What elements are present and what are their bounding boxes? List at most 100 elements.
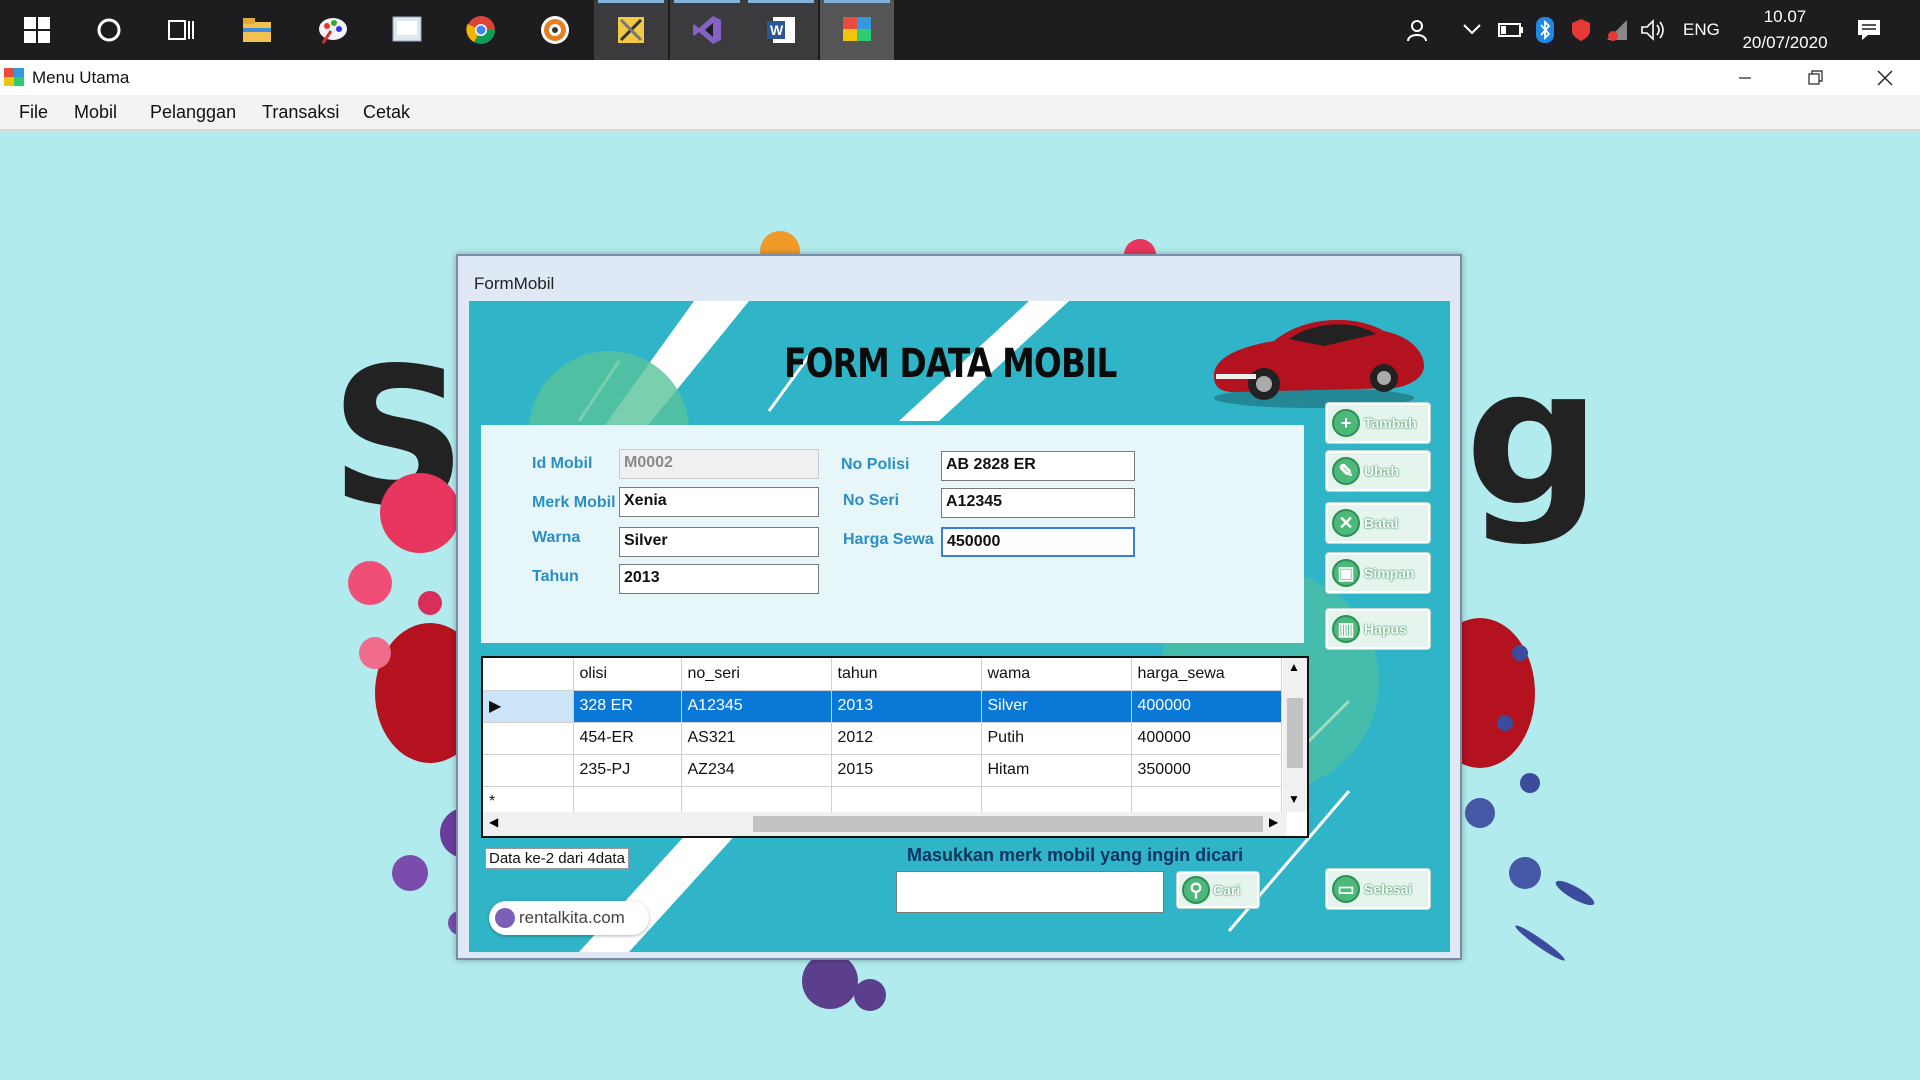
horizontal-scrollbar[interactable]: ◀ ▶ <box>483 812 1287 836</box>
minimize-button[interactable] <box>1710 60 1780 95</box>
language-indicator[interactable]: ENG <box>1683 0 1720 60</box>
table-row[interactable]: ▶ 328 ER A12345 2013 Silver 400000 <box>483 690 1282 723</box>
grid-table: olisi no_seri tahun wama harga_sewa ▶ 32… <box>483 658 1282 819</box>
mdi-workspace: S g FormMobil FORM DATA MOBIL Id Mobil M… <box>0 133 1920 1080</box>
menu-cetak[interactable]: Cetak <box>363 102 410 123</box>
tambah-label: Tambah <box>1364 415 1417 431</box>
hapus-button[interactable]: ▥ Hapus <box>1326 609 1430 649</box>
row-selector[interactable]: ▶ <box>483 690 574 723</box>
exit-icon: ▭ <box>1332 875 1360 903</box>
taskbar: W ENG 10.07 20/07/2020 <box>0 0 1920 60</box>
warna-field[interactable]: Silver <box>619 527 819 557</box>
table-cell[interactable]: 400000 <box>1131 690 1282 723</box>
harga-sewa-field[interactable]: 450000 <box>941 527 1135 557</box>
merk-mobil-field[interactable]: Xenia <box>619 487 819 517</box>
table-row[interactable]: 454-ER AS321 2012 Putih 400000 <box>483 722 1282 755</box>
app-window-icon <box>4 68 24 91</box>
input-panel: Id Mobil M0002 Merk Mobil Xenia Warna Si… <box>481 425 1304 643</box>
search-icon: ⚲ <box>1182 876 1210 904</box>
grid-column-header[interactable]: no_seri <box>681 658 832 691</box>
notification-icon[interactable] <box>1856 0 1882 60</box>
battery-icon[interactable] <box>1498 0 1524 60</box>
task-view-icon[interactable] <box>144 0 218 60</box>
row-selector[interactable] <box>483 754 574 787</box>
no-seri-field[interactable]: A12345 <box>941 488 1135 518</box>
chevron-up-icon[interactable] <box>1462 0 1482 60</box>
table-cell[interactable]: 235-PJ <box>573 754 682 787</box>
antivirus-icon[interactable] <box>1570 0 1592 60</box>
grid-column-header[interactable]: harga_sewa <box>1131 658 1282 691</box>
warna-label: Warna <box>532 529 581 546</box>
batal-button[interactable]: ✕ Batal <box>1326 503 1430 543</box>
ubah-button[interactable]: ✎ Ubah <box>1326 451 1430 491</box>
bluetooth-icon[interactable] <box>1536 0 1554 60</box>
search-input[interactable] <box>896 871 1164 913</box>
table-cell[interactable]: 2015 <box>831 754 982 787</box>
menu-pelanggan[interactable]: Pelanggan <box>150 102 236 123</box>
network-icon[interactable] <box>1605 0 1631 60</box>
hapus-label: Hapus <box>1364 621 1407 637</box>
tahun-field[interactable]: 2013 <box>619 564 819 594</box>
window-title: Menu Utama <box>32 68 130 87</box>
people-icon[interactable] <box>1406 0 1432 60</box>
app-icon[interactable] <box>820 0 894 60</box>
active-indicator <box>598 0 664 3</box>
harga-sewa-label: Harga Sewa <box>843 531 934 548</box>
vertical-scroll-thumb[interactable] <box>1287 698 1303 768</box>
scroll-left-icon[interactable]: ◀ <box>489 815 498 829</box>
scroll-down-icon[interactable]: ▼ <box>1288 792 1300 806</box>
close-button[interactable] <box>1850 60 1920 95</box>
close-icon <box>1877 70 1893 85</box>
grid-column-header[interactable]: wama <box>981 658 1132 691</box>
table-cell[interactable]: 2012 <box>831 722 982 755</box>
table-cell[interactable]: 350000 <box>1131 754 1282 787</box>
id-mobil-field[interactable]: M0002 <box>619 449 819 479</box>
selesai-button[interactable]: ▭ Selesai <box>1326 869 1430 909</box>
word-icon[interactable]: W <box>744 0 818 60</box>
tools-icon[interactable] <box>594 0 668 60</box>
menu-file[interactable]: File <box>19 102 48 123</box>
table-cell[interactable]: Hitam <box>981 754 1132 787</box>
horizontal-scroll-thumb[interactable] <box>753 816 1263 832</box>
tambah-button[interactable]: + Tambah <box>1326 403 1430 443</box>
cortana-icon[interactable] <box>72 0 146 60</box>
edit-icon: ✎ <box>1332 457 1360 485</box>
media-player-icon[interactable] <box>518 0 592 60</box>
restore-icon <box>1808 69 1823 85</box>
volume-icon[interactable] <box>1640 0 1666 60</box>
start-icon[interactable] <box>0 0 74 60</box>
scroll-right-icon[interactable]: ▶ <box>1269 815 1278 829</box>
table-cell[interactable]: AZ234 <box>681 754 832 787</box>
merk-mobil-label: Merk Mobil <box>532 494 616 511</box>
visual-studio-icon[interactable] <box>670 0 744 60</box>
active-indicator <box>674 0 740 3</box>
restore-button[interactable] <box>1780 60 1850 95</box>
row-selector[interactable] <box>483 722 574 755</box>
table-cell[interactable]: A12345 <box>681 690 832 723</box>
table-cell[interactable]: 400000 <box>1131 722 1282 755</box>
table-row[interactable]: 235-PJ AZ234 2015 Hitam 350000 <box>483 754 1282 787</box>
chrome-icon[interactable] <box>444 0 518 60</box>
paint-icon[interactable] <box>296 0 370 60</box>
table-cell[interactable]: 454-ER <box>573 722 682 755</box>
table-cell[interactable]: Putih <box>981 722 1132 755</box>
table-cell[interactable]: 2013 <box>831 690 982 723</box>
clock-time: 10.07 <box>1763 7 1807 26</box>
simpan-button[interactable]: ▣ Simpan <box>1326 553 1430 593</box>
remote-desktop-icon[interactable] <box>370 0 444 60</box>
clock[interactable]: 10.07 20/07/2020 <box>1730 4 1840 56</box>
grid-column-header[interactable]: olisi <box>573 658 682 691</box>
scroll-up-icon[interactable]: ▲ <box>1288 660 1300 674</box>
menu-transaksi[interactable]: Transaksi <box>262 102 339 123</box>
table-cell[interactable]: 328 ER <box>573 690 682 723</box>
table-cell[interactable]: Silver <box>981 690 1132 723</box>
grid-column-header[interactable]: tahun <box>831 658 982 691</box>
data-grid[interactable]: olisi no_seri tahun wama harga_sewa ▶ 32… <box>481 656 1309 838</box>
menu-mobil[interactable]: Mobil <box>74 102 117 123</box>
cari-button[interactable]: ⚲ Cari <box>1177 872 1259 908</box>
no-polisi-field[interactable]: AB 2828 ER <box>941 451 1135 481</box>
table-cell[interactable]: AS321 <box>681 722 832 755</box>
vertical-scrollbar[interactable]: ▲ ▼ <box>1283 658 1307 812</box>
clock-date: 20/07/2020 <box>1742 33 1828 52</box>
file-explorer-icon[interactable] <box>220 0 294 60</box>
